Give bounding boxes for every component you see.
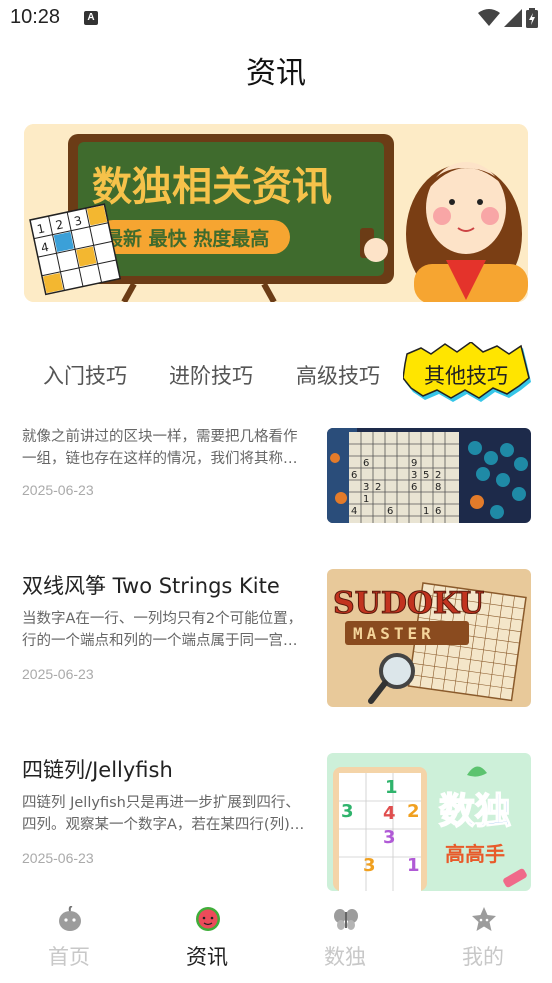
- nav-home-label: 首页: [48, 945, 90, 969]
- article-title: 四链列/Jellyfish: [22, 758, 173, 782]
- board-digit: 2: [375, 482, 381, 493]
- page-title: 资讯: [246, 56, 306, 91]
- nav-news[interactable]: 资讯: [138, 896, 276, 976]
- board-digit: 1: [407, 855, 420, 876]
- profile-star-icon: [472, 907, 496, 931]
- article-title: 双线风筝 Two Strings Kite: [22, 574, 280, 598]
- sudoku-master-icon: SUDOKU MASTER: [327, 569, 531, 707]
- signal-icon: [504, 9, 522, 27]
- wifi-icon: [478, 9, 500, 26]
- board-digit: 1: [385, 777, 398, 798]
- status-icons: [478, 8, 538, 28]
- logo-text: SUDOKU: [333, 586, 484, 621]
- article-summary: 四链列 Jellyfish只是再进一步扩展到四行、 四列。观察某一个数字A，若在…: [22, 795, 305, 833]
- article-thumbnail: SUDOKU MASTER: [327, 569, 531, 707]
- tab-beginner[interactable]: 入门技巧: [43, 360, 127, 390]
- status-bar: 10:28 A: [0, 0, 552, 38]
- article-item[interactable]: 双线风筝 Two Strings Kite 当数字A在一行、一列均只有2个可能位…: [0, 566, 552, 711]
- article-summary: 就像之前讲过的区块一样，需要把几格看作 一组，链也存在这样的情况，我们将其称…: [22, 429, 298, 467]
- tab-advanced[interactable]: 高级技巧: [296, 360, 380, 390]
- board-digit: 6: [411, 482, 417, 493]
- board-digit: 1: [423, 506, 429, 517]
- sudoku-master-app-icon: 1 3 4 2 3 3 1 数独 高高手: [327, 753, 531, 891]
- category-tabs: 入门技巧 进阶技巧 高级技巧 其他技巧: [0, 342, 552, 406]
- news-banner[interactable]: 数独相关资讯 最新 最快 热度最高 1 2 3 4: [24, 124, 528, 302]
- battery-icon: [526, 8, 538, 28]
- sudoku-grid-board-icon: 6 9 6 3 5 2 3 2 6 8 1 4 6 1 6: [327, 428, 531, 523]
- article-item[interactable]: 就像之前讲过的区块一样，需要把几格看作 一组，链也存在这样的情况，我们将其称… …: [0, 420, 552, 530]
- nav-profile-label: 我的: [462, 945, 504, 969]
- board-digit: 6: [351, 470, 357, 481]
- logo-subtext: 高高手: [445, 842, 505, 866]
- banner-headline: 数独相关资讯: [92, 164, 332, 210]
- board-digit: 8: [435, 482, 441, 493]
- status-time: 10:28: [10, 6, 61, 28]
- article-summary: 当数字A在一行、一列均只有2个可能位置， 行的一个端点和列的一个端点属于同一宫…: [22, 611, 303, 649]
- banner-illustration: 数独相关资讯 最新 最快 热度最高 1 2 3 4: [24, 124, 528, 302]
- board-digit: 3: [363, 482, 369, 493]
- board-digit: 3: [411, 470, 417, 481]
- news-watermelon-icon: [196, 907, 220, 931]
- bottom-nav: 首页 资讯 数独 我的: [0, 896, 552, 983]
- nav-sudoku[interactable]: 数独: [276, 896, 414, 976]
- home-fruit-icon: [59, 906, 81, 931]
- article-thumbnail: 1 3 4 2 3 3 1 数独 高高手: [327, 753, 531, 891]
- nav-home[interactable]: 首页: [0, 896, 138, 976]
- sudoku-butterfly-icon: [334, 909, 358, 930]
- board-digit: 6: [363, 458, 369, 469]
- tab-intermediate[interactable]: 进阶技巧: [169, 360, 253, 390]
- tab-other[interactable]: 其他技巧: [424, 360, 508, 390]
- board-digit: 2: [407, 801, 420, 822]
- board-digit: 4: [383, 803, 396, 824]
- board-digit: 9: [411, 458, 417, 469]
- board-digit: 6: [435, 506, 441, 517]
- logo-text: 数独: [439, 791, 511, 832]
- nav-profile[interactable]: 我的: [414, 896, 552, 976]
- board-digit: 4: [351, 506, 357, 517]
- nav-news-label: 资讯: [186, 945, 228, 969]
- board-digit: 2: [435, 470, 441, 481]
- nav-sudoku-label: 数独: [324, 945, 366, 969]
- article-thumbnail: 6 9 6 3 5 2 3 2 6 8 1 4 6 1 6: [327, 428, 531, 523]
- banner-subline: 最新 最快 热度最高: [104, 227, 269, 250]
- article-date: 2025-06-23: [22, 482, 94, 498]
- notification-a-icon: A: [84, 11, 98, 25]
- logo-subtext: MASTER: [353, 624, 435, 643]
- article-date: 2025-06-23: [22, 850, 94, 866]
- article-date: 2025-06-23: [22, 666, 94, 682]
- board-digit: 3: [383, 827, 396, 848]
- board-digit: 3: [363, 855, 376, 876]
- board-digit: 6: [387, 506, 393, 517]
- board-digit: 1: [363, 494, 369, 505]
- board-digit: 5: [423, 470, 429, 481]
- article-item[interactable]: 四链列/Jellyfish 四链列 Jellyfish只是再进一步扩展到四行、 …: [0, 750, 552, 895]
- board-digit: 3: [341, 801, 354, 822]
